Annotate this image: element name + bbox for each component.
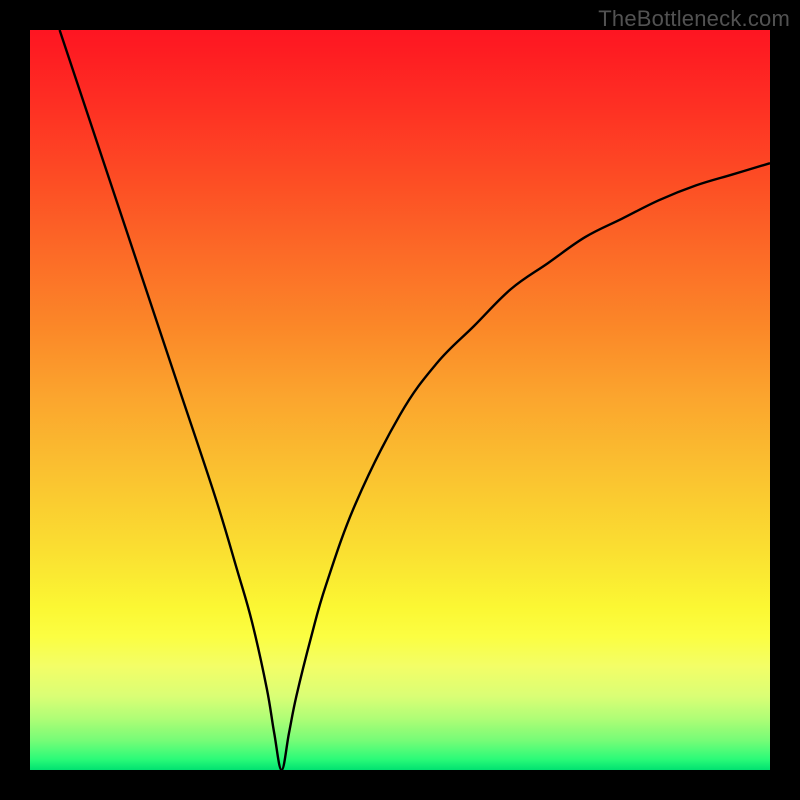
bottleneck-chart	[30, 30, 770, 770]
gradient-background	[30, 30, 770, 770]
plot-area	[30, 30, 770, 770]
watermark-text: TheBottleneck.com	[598, 6, 790, 32]
chart-frame: TheBottleneck.com	[0, 0, 800, 800]
